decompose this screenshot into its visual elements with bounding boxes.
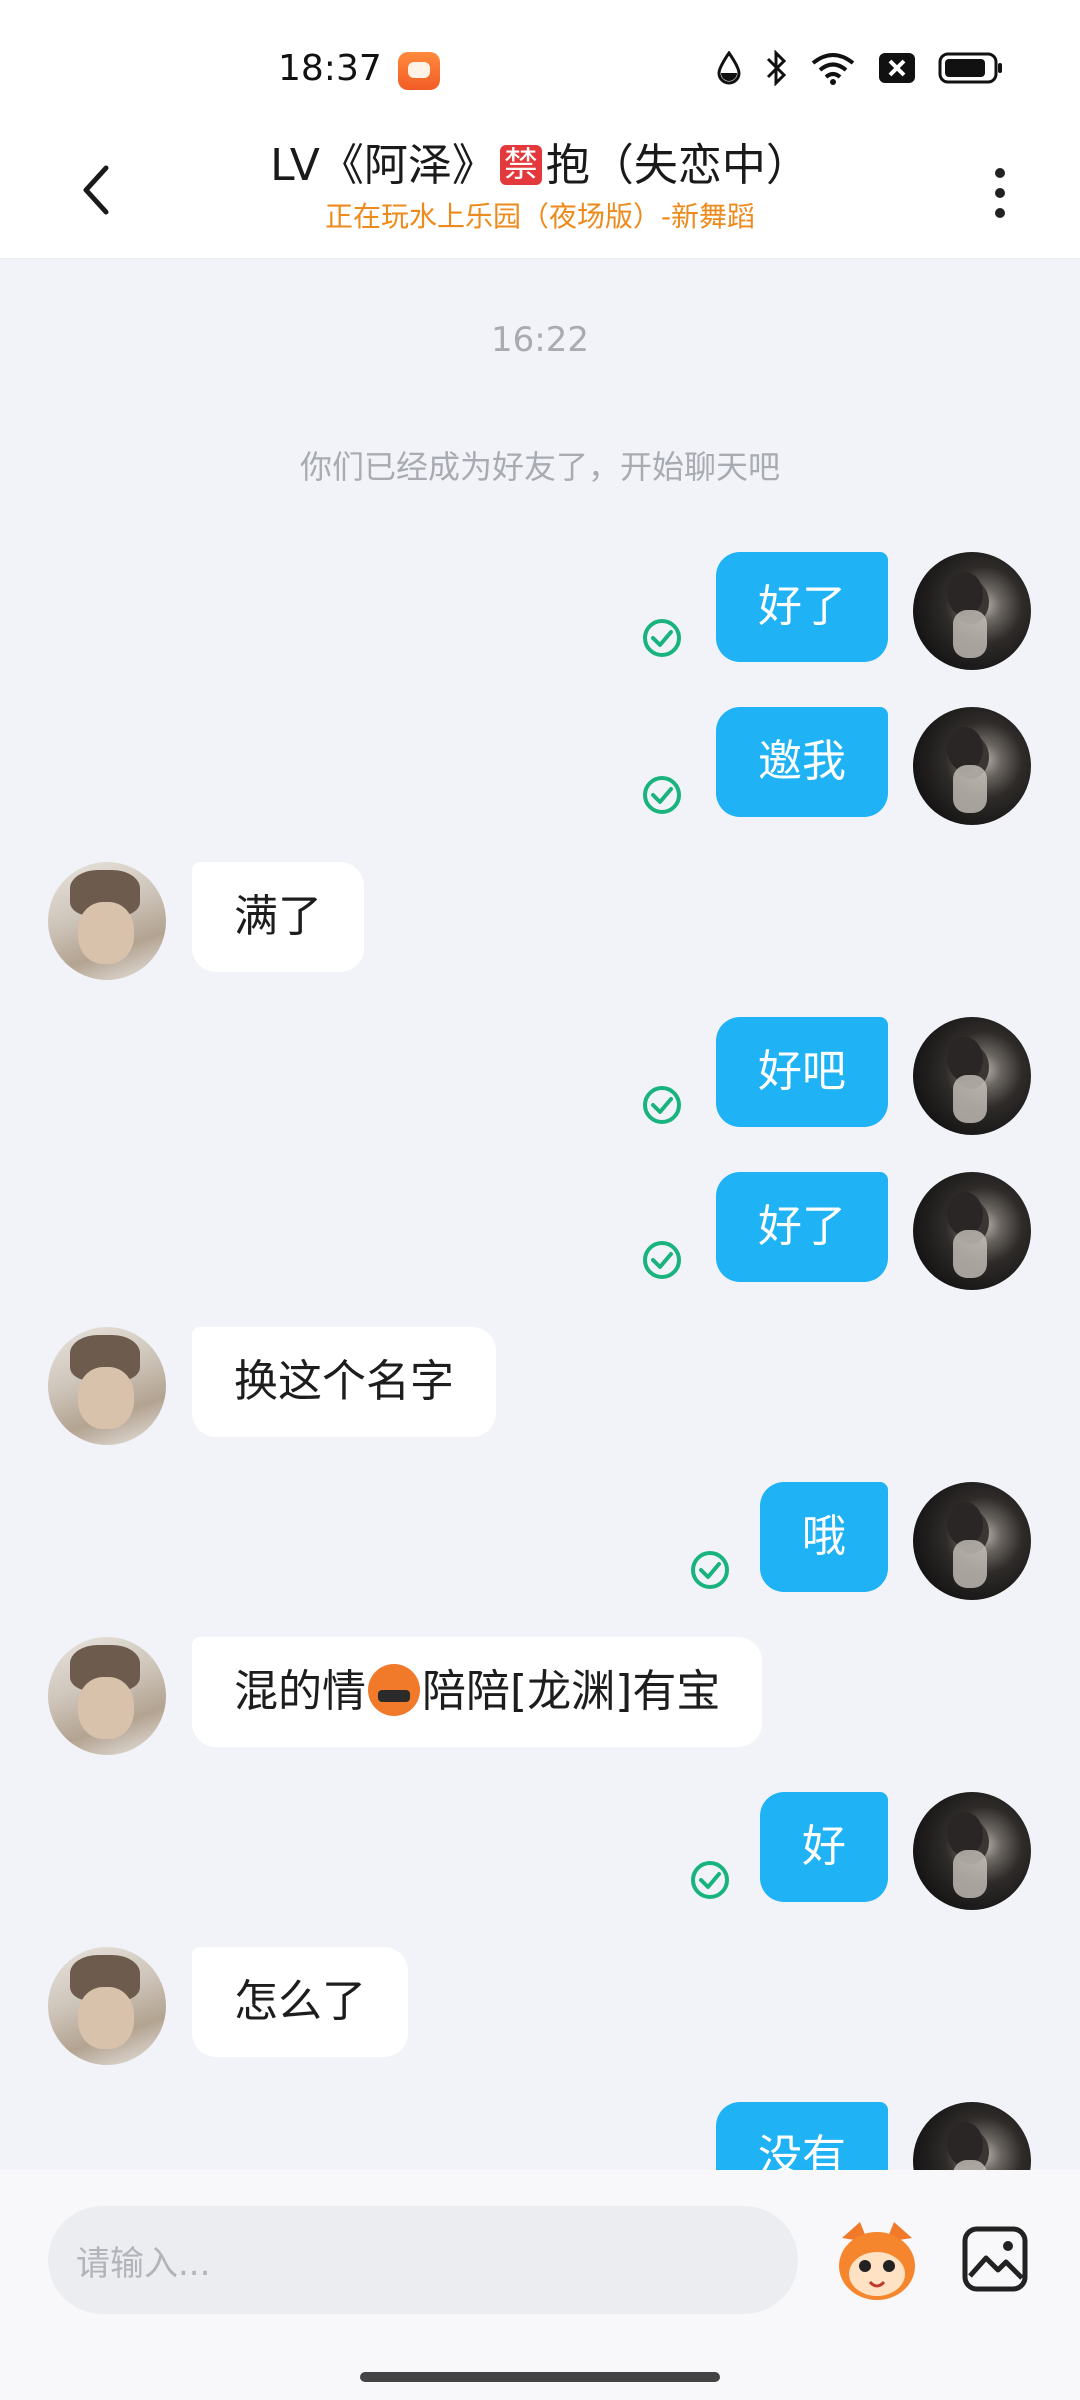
forbid-badge: 禁 [499,145,542,185]
more-dot-icon [995,208,1005,218]
more-options-button[interactable] [980,158,1020,228]
delivered-check-icon [643,776,681,814]
bluetooth-icon [766,50,787,86]
system-message: 你们已经成为好友了，开始聊天吧 [299,448,780,486]
status-time: 18:37 [278,48,382,89]
my-message-bubble[interactable]: 好 [760,1792,888,1902]
my-message-bubble[interactable]: 哦 [760,1482,888,1592]
chat-title: LV《阿泽》禁抱（失恋中） [150,138,930,193]
my-avatar[interactable] [913,2102,1031,2170]
chat-message-list[interactable]: 16:22 你们已经成为好友了，开始聊天吧 好了 邀我 满了 好吧 好了 换这个… [0,258,1080,2170]
battery-icon [938,52,1002,84]
contact-avatar[interactable] [48,862,166,980]
my-avatar[interactable] [913,1792,1031,1910]
more-dot-icon [995,188,1005,198]
contact-avatar[interactable] [48,1327,166,1445]
more-dot-icon [995,168,1005,178]
back-button[interactable] [70,160,120,220]
app-badge-icon [398,52,440,90]
delivered-check-icon [643,619,681,657]
back-arrow-icon [83,165,109,215]
water-drop-icon [717,51,741,85]
delivered-check-icon [691,1551,729,1589]
title-suffix: 抱（失恋中） [545,140,810,191]
status-bar: 18:37 [0,0,1080,130]
home-indicator[interactable] [360,2372,720,2382]
wifi-icon [811,53,855,85]
my-message-bubble[interactable]: 好了 [716,1172,888,1282]
image-picker-icon[interactable] [960,2224,1030,2294]
delivered-check-icon [643,1086,681,1124]
chat-header: LV《阿泽》禁抱（失恋中） 正在玩水上乐园（夜场版）-新舞蹈 [0,130,1080,259]
message-timestamp: 16:22 [491,320,589,360]
message-text-before: 混的情 [234,1666,366,1717]
status-icons [716,50,1004,86]
my-avatar[interactable] [913,1017,1031,1135]
contact-message-bubble[interactable]: 满了 [192,862,364,972]
message-text-after: 陪陪[龙渊]有宝 [422,1666,721,1717]
my-message-bubble[interactable]: 好吧 [716,1017,888,1127]
my-message-bubble[interactable]: 邀我 [716,707,888,817]
my-message-bubble[interactable]: 好了 [716,552,888,662]
delivered-check-icon [643,1241,681,1279]
delivered-check-icon [691,1861,729,1899]
my-avatar[interactable] [913,707,1031,825]
my-avatar[interactable] [913,1482,1031,1600]
message-input[interactable]: 请输入... [48,2206,798,2314]
sim-off-icon [879,53,915,83]
contact-avatar[interactable] [48,1947,166,2065]
input-placeholder: 请输入... [76,2243,211,2284]
my-avatar[interactable] [913,1172,1031,1290]
my-avatar[interactable] [913,552,1031,670]
title-prefix: LV《阿泽》 [270,140,496,191]
mascot-emoji-icon[interactable] [832,2216,922,2306]
contact-message-bubble[interactable]: 怎么了 [192,1947,408,2057]
chat-subtitle: 正在玩水上乐园（夜场版）-新舞蹈 [324,200,756,233]
contact-avatar[interactable] [48,1637,166,1755]
contact-message-bubble[interactable]: 换这个名字 [192,1327,496,1437]
cursing-face-emoji-icon [368,1664,420,1716]
contact-message-bubble[interactable]: 混的情 陪陪[龙渊]有宝 [192,1637,763,1747]
message-input-bar: 请输入... [0,2170,1080,2400]
chat-title-block: LV《阿泽》禁抱（失恋中） 正在玩水上乐园（夜场版）-新舞蹈 [150,138,930,235]
my-message-bubble[interactable]: 没有 [716,2102,888,2170]
